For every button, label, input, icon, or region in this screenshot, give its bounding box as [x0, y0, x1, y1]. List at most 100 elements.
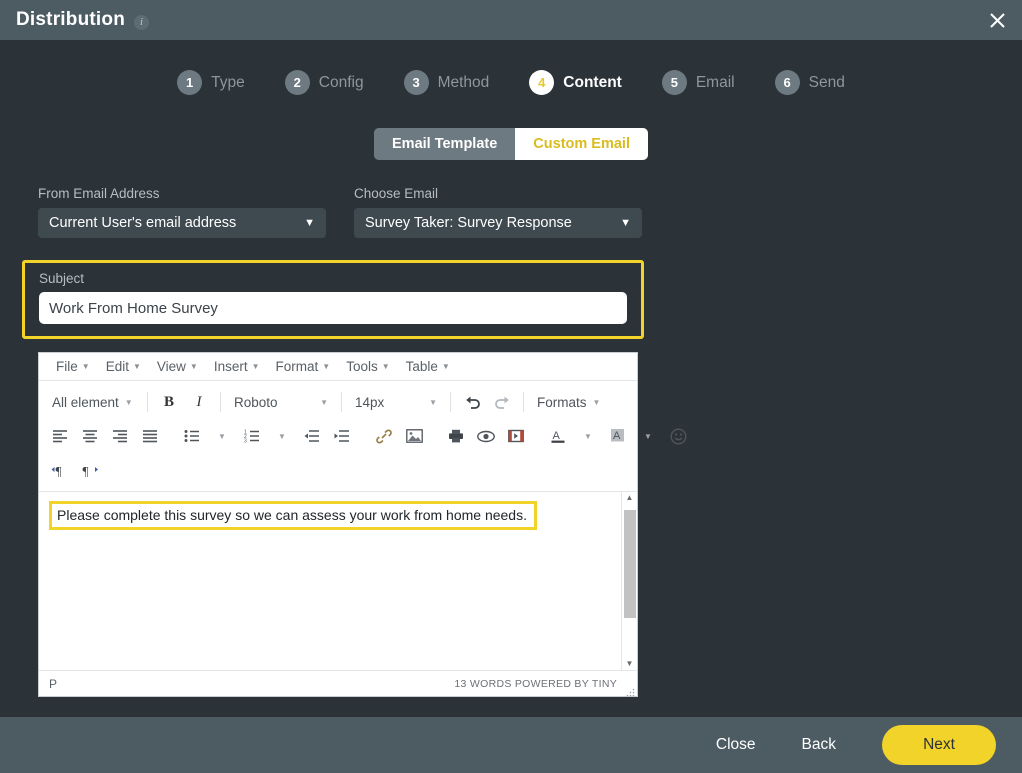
element-select[interactable]: All element ▼ [45, 389, 141, 415]
step-email[interactable]: 5 Email [661, 70, 735, 95]
font-family-select[interactable]: Roboto ▼ [227, 389, 335, 415]
from-email-field: From Email Address Current User's email … [38, 186, 326, 238]
align-left-icon[interactable] [46, 423, 74, 449]
menu-tools[interactable]: Tools ▼ [339, 357, 396, 376]
svg-text:A: A [613, 430, 621, 442]
background-color-icon[interactable]: A [604, 423, 632, 449]
editor-menubar: File ▼ Edit ▼ View ▼ Insert ▼ Format ▼ T… [39, 353, 637, 381]
from-email-value: Current User's email address [49, 215, 237, 231]
image-icon[interactable] [400, 423, 428, 449]
toolbar-divider [523, 392, 524, 412]
text-color-icon[interactable]: A [544, 423, 572, 449]
dialog-footer: Close Back Next [0, 717, 1022, 773]
element-select-label: All element [52, 394, 119, 410]
step-label: Send [808, 73, 845, 91]
step-number: 4 [529, 70, 555, 95]
svg-text:¶: ¶ [83, 463, 89, 478]
font-size-select[interactable]: 14px ▼ [348, 389, 444, 415]
bold-button[interactable]: B [155, 389, 183, 415]
info-icon[interactable]: i [134, 14, 149, 30]
email-mode-toggle: Email Template Custom Email [0, 128, 1022, 160]
tab-email-template[interactable]: Email Template [374, 128, 516, 160]
emoji-icon[interactable] [664, 423, 692, 449]
close-icon[interactable] [984, 7, 1010, 33]
link-icon[interactable] [370, 423, 398, 449]
element-path[interactable]: P [49, 677, 57, 691]
menu-format[interactable]: Format ▼ [269, 357, 338, 376]
back-button[interactable]: Back [802, 736, 836, 754]
editor-iframe-body[interactable]: Please complete this survey so we can as… [39, 492, 621, 670]
next-button[interactable]: Next [882, 725, 996, 765]
ltr-icon[interactable]: ¶ [46, 457, 74, 483]
scroll-down-icon[interactable]: ▼ [626, 660, 634, 668]
menu-view[interactable]: View ▼ [150, 357, 205, 376]
menu-file[interactable]: File ▼ [49, 357, 97, 376]
step-label: Email [695, 73, 735, 91]
scrollbar-track[interactable] [623, 504, 636, 658]
bullet-list-dropdown-icon[interactable]: ▼ [208, 423, 236, 449]
background-color-dropdown-icon[interactable]: ▼ [634, 423, 662, 449]
formats-select[interactable]: Formats ▼ [530, 389, 607, 415]
scroll-up-icon[interactable]: ▲ [626, 494, 634, 502]
chevron-down-icon: ▼ [251, 362, 260, 371]
step-config[interactable]: 2 Config [284, 70, 364, 95]
media-icon[interactable] [502, 423, 530, 449]
outdent-icon[interactable] [298, 423, 326, 449]
undo-icon[interactable] [458, 389, 486, 415]
menu-format-label: Format [275, 359, 319, 374]
resize-grip-icon[interactable] [625, 684, 635, 697]
scrollbar-thumb[interactable] [623, 510, 636, 618]
text-color-dropdown-icon[interactable]: ▼ [574, 423, 602, 449]
numbered-list-icon[interactable]: 1 2 3 [238, 423, 266, 449]
font-size-label: 14px [355, 394, 385, 410]
bullet-list-icon[interactable] [178, 423, 206, 449]
step-number: 5 [661, 70, 687, 95]
choose-email-field: Choose Email Survey Taker: Survey Respon… [354, 186, 642, 238]
page-title: Distribution [16, 9, 125, 30]
editor-scrollbar[interactable]: ▲ ▼ [621, 492, 637, 670]
subject-highlight-box: Subject [22, 260, 644, 339]
rich-text-editor: File ▼ Edit ▼ View ▼ Insert ▼ Format ▼ T… [38, 352, 687, 697]
menu-edit[interactable]: Edit ▼ [99, 357, 148, 376]
toolbar-row-3: ¶ ¶ [45, 453, 631, 487]
step-content[interactable]: 4 Content [529, 70, 622, 95]
choose-email-label: Choose Email [354, 186, 439, 201]
menu-insert[interactable]: Insert ▼ [207, 357, 267, 376]
editor-toolbar: All element ▼ B I Roboto ▼ 14px ▼ Format… [39, 381, 687, 492]
subject-input[interactable] [39, 292, 627, 324]
choose-email-select[interactable]: Survey Taker: Survey Response ▼ [354, 208, 642, 238]
rtl-icon[interactable]: ¶ [76, 457, 104, 483]
preview-icon[interactable] [472, 423, 500, 449]
close-button[interactable]: Close [716, 736, 756, 754]
wizard-stepper: 1 Type 2 Config 3 Method 4 Content 5 Ema… [0, 40, 1022, 95]
chevron-down-icon: ▼ [189, 362, 198, 371]
editor-body-text[interactable]: Please complete this survey so we can as… [49, 501, 537, 530]
italic-button[interactable]: I [185, 389, 213, 415]
align-right-icon[interactable] [106, 423, 134, 449]
step-method[interactable]: 3 Method [403, 70, 489, 95]
align-justify-icon[interactable] [136, 423, 164, 449]
menu-file-label: File [56, 359, 78, 374]
step-label: Config [318, 73, 364, 91]
from-email-select[interactable]: Current User's email address ▼ [38, 208, 326, 238]
step-label: Type [211, 73, 245, 91]
choose-email-value: Survey Taker: Survey Response [365, 215, 572, 231]
menu-table-label: Table [405, 359, 438, 374]
step-send[interactable]: 6 Send [774, 70, 845, 95]
chevron-down-icon: ▼ [381, 362, 390, 371]
editor-statusbar: P 13 WORDS POWERED BY TINY [39, 670, 637, 697]
redo-icon[interactable] [488, 389, 516, 415]
step-number: 2 [284, 70, 310, 95]
toolbar-divider [147, 392, 148, 412]
numbered-list-dropdown-icon[interactable]: ▼ [268, 423, 296, 449]
step-number: 6 [774, 70, 800, 95]
indent-icon[interactable] [328, 423, 356, 449]
step-type[interactable]: 1 Type [177, 70, 245, 95]
word-count-branding: 13 WORDS POWERED BY TINY [454, 677, 617, 690]
tab-custom-email[interactable]: Custom Email [515, 128, 648, 160]
editor-content-area[interactable]: Please complete this survey so we can as… [39, 492, 637, 670]
chevron-down-icon: ▼ [81, 362, 90, 371]
print-icon[interactable] [442, 423, 470, 449]
align-center-icon[interactable] [76, 423, 104, 449]
menu-table[interactable]: Table ▼ [399, 357, 457, 376]
